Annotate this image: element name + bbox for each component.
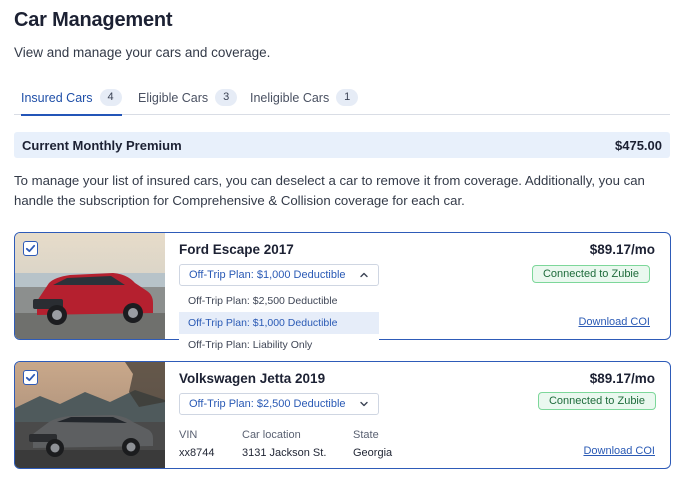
tab-count-badge: 3 xyxy=(215,89,238,106)
plan-dropdown-menu: Off-Trip Plan: $2,500 Deductible Off-Tri… xyxy=(179,290,379,356)
plan-select-value: Off-Trip Plan: $1,000 Deductible xyxy=(189,269,346,281)
download-coi-link[interactable]: Download COI xyxy=(578,316,650,328)
info-text: To manage your list of insured cars, you… xyxy=(14,173,645,208)
tab-label: Insured Cars xyxy=(21,90,93,105)
tab-eligible-cars[interactable]: Eligible Cars 3 xyxy=(138,80,238,115)
tab-count-badge: 1 xyxy=(336,89,359,106)
plan-select[interactable]: Off-Trip Plan: $2,500 Deductible xyxy=(179,393,379,415)
vin-label: VIN xyxy=(179,429,198,441)
car-price: $89.17/mo xyxy=(589,242,655,257)
car-select-checkbox[interactable] xyxy=(23,241,38,256)
checkmark-icon xyxy=(25,244,36,253)
plan-option[interactable]: Off-Trip Plan: Liability Only xyxy=(179,334,379,356)
download-coi-link[interactable]: Download COI xyxy=(583,445,655,457)
tab-ineligible-cars[interactable]: Ineligible Cars 1 xyxy=(250,80,359,115)
plan-select[interactable]: Off-Trip Plan: $1,000 Deductible xyxy=(179,264,379,286)
tab-insured-cars[interactable]: Insured Cars 4 xyxy=(21,80,122,116)
tab-label: Ineligible Cars xyxy=(250,90,330,105)
tab-bar: Insured Cars 4 Eligible Cars 3 Ineligibl… xyxy=(14,80,670,116)
tab-label: Eligible Cars xyxy=(138,90,209,105)
state-label: State xyxy=(353,429,379,441)
state-value: Georgia xyxy=(353,447,393,459)
car-location-label: Car location xyxy=(242,429,301,441)
car-name: Ford Escape 2017 xyxy=(179,242,294,257)
plan-option[interactable]: Off-Trip Plan: $2,500 Deductible xyxy=(179,290,379,312)
checkmark-icon xyxy=(25,373,36,382)
car-price: $89.17/mo xyxy=(589,371,655,386)
plan-select-value: Off-Trip Plan: $2,500 Deductible xyxy=(189,398,346,410)
zubie-status-badge: Connected to Zubie xyxy=(531,265,650,283)
premium-amount: $475.00 xyxy=(615,137,662,153)
car-card-volkswagen-jetta: Volkswagen Jetta 2019 $89.17/mo Off-Trip… xyxy=(14,361,671,469)
plan-option-selected[interactable]: Off-Trip Plan: $1,000 Deductible xyxy=(179,312,379,334)
tab-count-badge: 4 xyxy=(99,89,122,106)
premium-label: Current Monthly Premium xyxy=(22,137,182,153)
car-select-checkbox[interactable] xyxy=(23,370,38,385)
car-location-value: 3131 Jackson St. xyxy=(242,447,327,459)
car-name: Volkswagen Jetta 2019 xyxy=(179,371,326,386)
chevron-up-icon xyxy=(360,272,368,278)
chevron-down-icon xyxy=(360,401,368,407)
car-card-ford-escape: Ford Escape 2017 $89.17/mo Off-Trip Plan… xyxy=(14,232,671,356)
premium-bar: Current Monthly Premium $475.00 xyxy=(14,132,670,158)
zubie-status-badge: Connected to Zubie xyxy=(537,392,656,410)
vin-value: xx8744 xyxy=(179,447,215,459)
page-subtitle: View and manage your cars and coverage. xyxy=(14,45,271,60)
page-title: Car Management xyxy=(14,9,173,31)
